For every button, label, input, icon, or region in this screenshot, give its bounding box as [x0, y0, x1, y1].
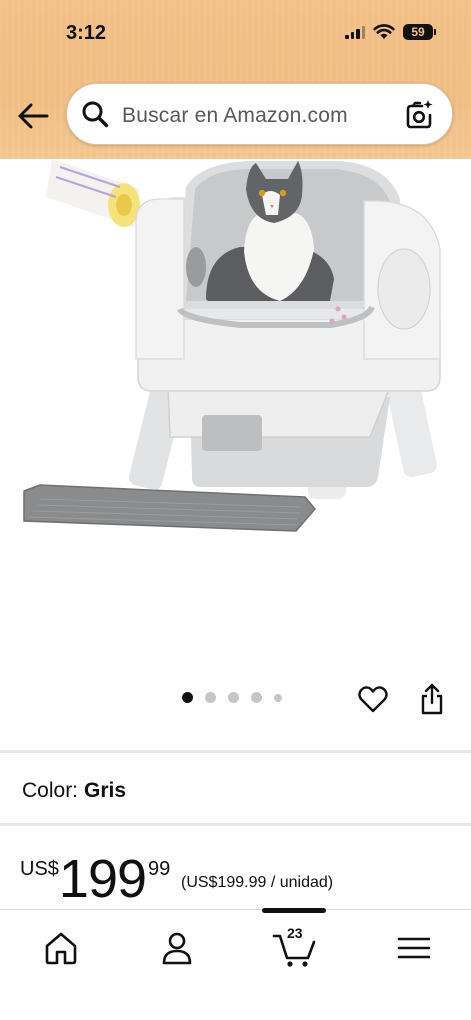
section-divider: [0, 823, 471, 826]
price-fraction: 99: [148, 858, 171, 880]
color-selector[interactable]: Color: Gris: [22, 779, 126, 803]
home-icon[interactable]: [41, 928, 81, 968]
unit-price: (US$199.99 / unidad): [181, 874, 334, 891]
carousel-dot[interactable]: [228, 692, 239, 703]
share-icon[interactable]: [418, 682, 446, 716]
price-currency: US$: [20, 858, 59, 880]
cart-button[interactable]: 23: [272, 922, 318, 968]
status-icons: 59: [345, 24, 436, 40]
carousel-dot[interactable]: [182, 692, 193, 703]
camera-search-icon[interactable]: [403, 99, 435, 131]
battery-icon: 59: [403, 24, 436, 40]
carousel-dot[interactable]: [251, 692, 262, 703]
color-value: Gris: [84, 779, 127, 802]
cellular-signal-icon: [345, 25, 365, 39]
menu-icon[interactable]: [395, 928, 435, 968]
account-icon[interactable]: [157, 928, 197, 968]
image-carousel-dots[interactable]: [182, 692, 282, 703]
price: US$ 199 99: [20, 852, 170, 906]
active-tab-indicator: [262, 908, 326, 913]
status-time: 3:12: [66, 22, 107, 44]
header: 3:12 59 Buscar en Amazon.com: [0, 0, 471, 159]
back-arrow-icon[interactable]: [16, 100, 50, 132]
carousel-dot[interactable]: [205, 692, 216, 703]
search-icon: [82, 101, 109, 128]
color-label: Color:: [22, 779, 79, 802]
product-image[interactable]: [0, 159, 471, 679]
cart-count-badge: 23: [287, 925, 303, 941]
search-input[interactable]: Buscar en Amazon.com: [122, 104, 348, 128]
battery-level: 59: [411, 25, 425, 39]
section-divider: [0, 750, 471, 753]
price-whole: 199: [58, 849, 147, 909]
bottom-nav: 23: [0, 908, 471, 1020]
waste-bag-roll: [46, 159, 140, 227]
wifi-icon: [373, 24, 395, 39]
search-bar[interactable]: Buscar en Amazon.com: [66, 83, 453, 145]
litter-box-illustration: [23, 159, 441, 532]
heart-icon[interactable]: [357, 683, 389, 715]
carousel-dot[interactable]: [274, 693, 282, 702]
